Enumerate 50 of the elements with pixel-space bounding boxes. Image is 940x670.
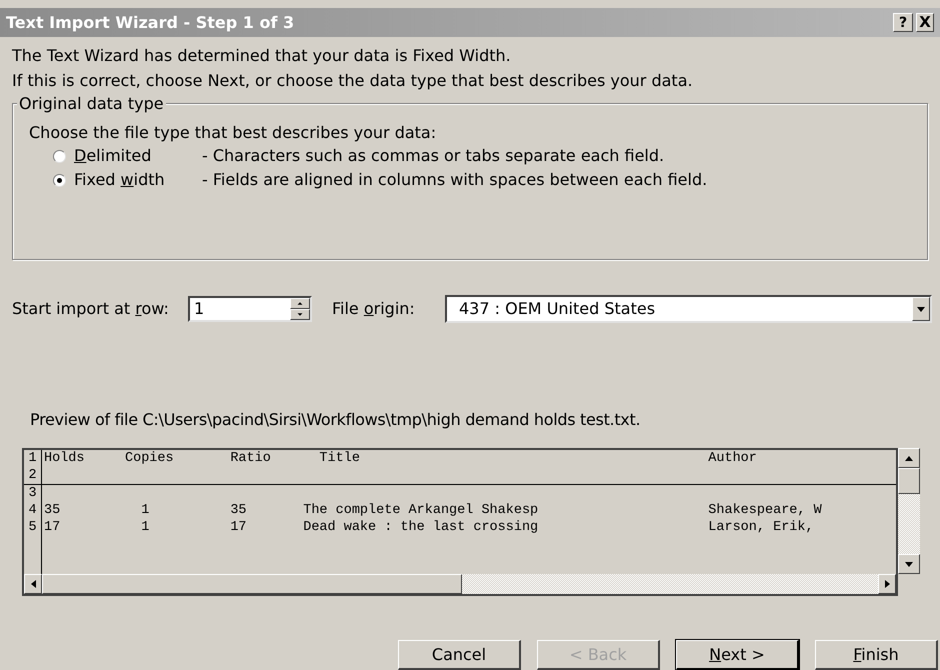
scroll-down-icon[interactable]: [905, 562, 913, 566]
wizard-button[interactable]: Cancel: [398, 640, 521, 670]
start-row-label: Start import at row:: [12, 298, 170, 320]
radio-option[interactable]: Delimited: [53, 144, 202, 168]
help-button[interactable]: ?: [893, 13, 913, 32]
window-title: Text Import Wizard - Step 1 of 3: [6, 12, 296, 34]
scroll-right-icon[interactable]: [884, 580, 890, 588]
instruction-text: The Text Wizard has determined that your data is Fixed Width.: [12, 45, 512, 67]
preview-cell-text: Holds: [44, 450, 86, 467]
preview-cell-text: 35: [44, 502, 62, 519]
preview-cell-text: Author: [708, 450, 758, 467]
horizontal-scrollbar[interactable]: [24, 574, 896, 594]
preview-cell-text: 17: [230, 519, 248, 536]
preview-cell-text: 35: [230, 502, 248, 519]
preview-cell-text: Larson, Erik,: [708, 519, 815, 536]
start-row-spinner[interactable]: 1: [188, 296, 312, 322]
file-origin-dropdown[interactable]: 437 : OEM United States: [445, 295, 932, 323]
spin-down-icon[interactable]: [290, 309, 310, 320]
wizard-button[interactable]: Finish: [815, 640, 938, 670]
preview-cell-text: 17: [44, 519, 62, 536]
group-prompt: Choose the file type that best describes your data:: [29, 122, 438, 144]
preview-cell-text: Shakespeare, W: [708, 502, 823, 519]
preview-cell-text: 1: [141, 502, 150, 519]
preview-cell-text: Dead wake : the last crossing: [303, 519, 540, 536]
scroll-up-icon[interactable]: [905, 456, 913, 460]
dropdown-arrow-icon[interactable]: [917, 306, 925, 312]
preview-cell-text: Title: [319, 450, 361, 467]
scroll-left-icon[interactable]: [30, 580, 36, 588]
group-legend: Original data type: [17, 95, 166, 113]
vertical-scrollbar[interactable]: [898, 448, 920, 574]
row-number: 1: [24, 450, 42, 467]
wizard-button[interactable]: Next >: [676, 640, 799, 670]
preview-cell-text: The complete Arkangel Shakesp: [303, 502, 540, 519]
preview-caption: Preview of file C:\Users\pacind\Sirsi\Workflows\tmp\high demand holds test.txt.: [29, 410, 642, 430]
row-number: 2: [24, 467, 42, 484]
preview-cell-text: Ratio: [230, 450, 272, 467]
option-description: - Fields are aligned in columns with spaces between each field.: [202, 169, 708, 191]
row-number: 3: [24, 485, 42, 502]
close-button[interactable]: X: [916, 13, 934, 32]
file-origin-label: File origin:: [332, 298, 416, 320]
instruction-text: If this is correct, choose Next, or choose the data type that best describes your data.: [12, 70, 694, 92]
preview-cell-text: 1: [141, 519, 150, 536]
row-number: 4: [24, 502, 42, 519]
scroll-thumb[interactable]: [42, 574, 462, 594]
option-description: - Characters such as commas or tabs separate each field.: [202, 145, 664, 167]
scroll-thumb[interactable]: [898, 468, 920, 494]
radio-option[interactable]: Fixed width: [53, 168, 202, 192]
preview-cell-text: Copies: [125, 450, 175, 467]
row-number: 5: [24, 519, 42, 536]
spin-up-icon[interactable]: [290, 298, 310, 309]
